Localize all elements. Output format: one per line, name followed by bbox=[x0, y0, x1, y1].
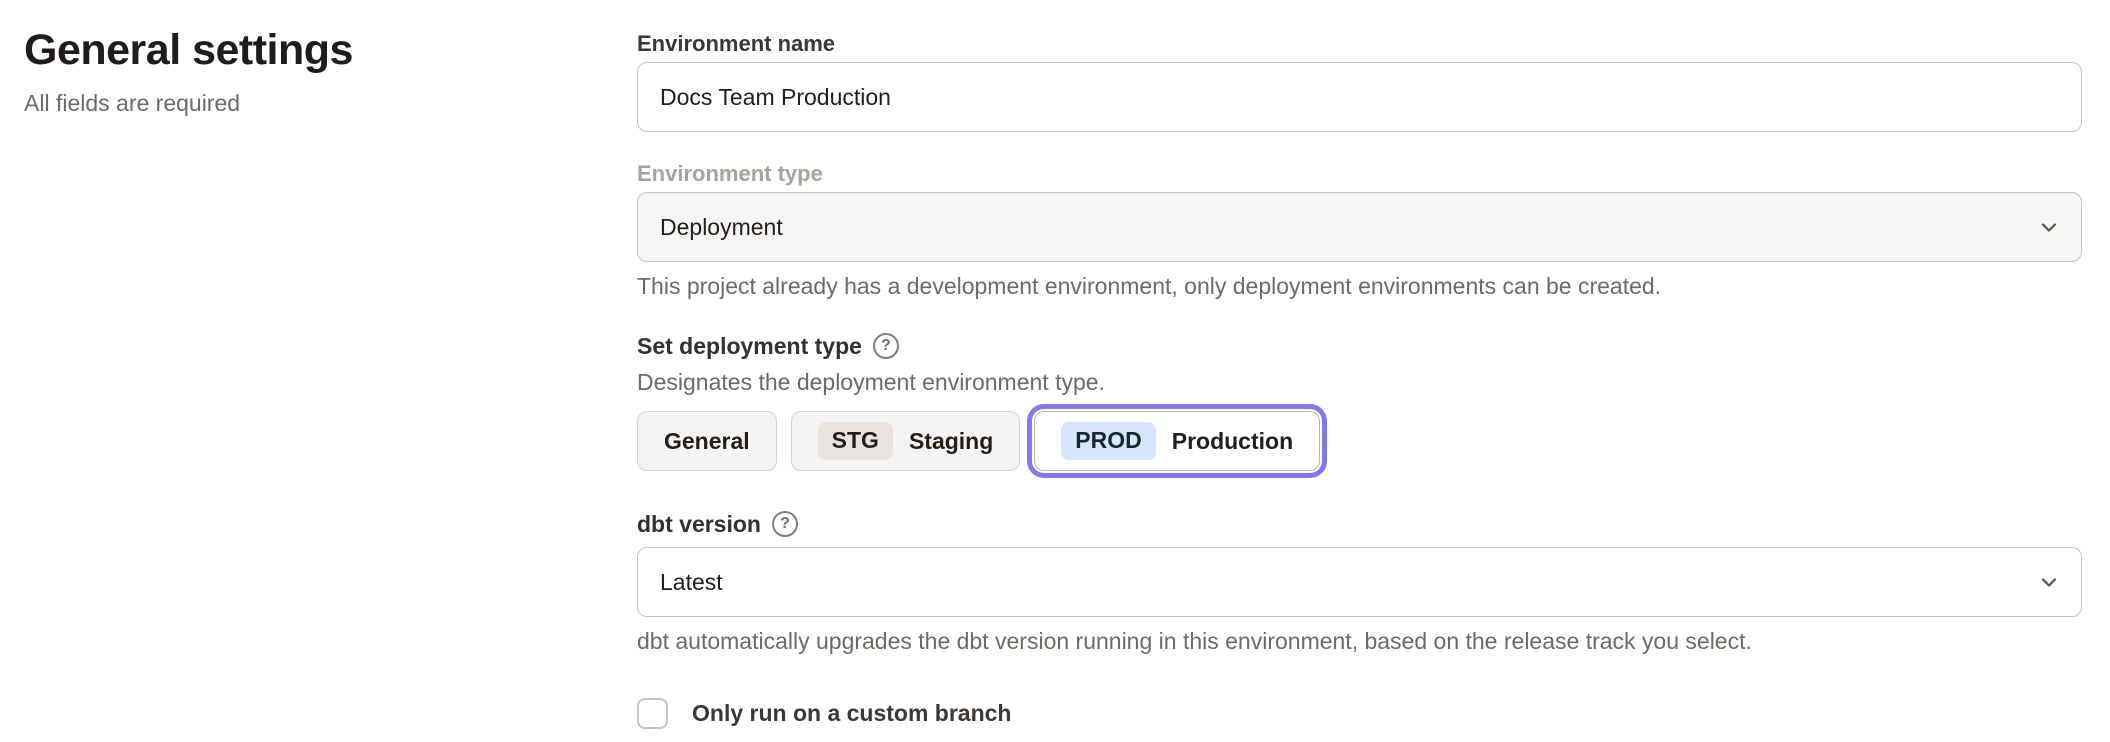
deployment-type-options: General STG Staging PROD Production bbox=[637, 411, 2082, 471]
environment-type-helper: This project already has a development e… bbox=[637, 273, 2082, 299]
deployment-type-section: Set deployment type ? bbox=[637, 331, 2082, 361]
environment-type-value: Deployment bbox=[660, 214, 783, 241]
stg-badge: STG bbox=[818, 422, 893, 460]
deployment-type-option-general[interactable]: General bbox=[637, 411, 777, 471]
page-title: General settings bbox=[24, 26, 584, 75]
question-mark-icon[interactable]: ? bbox=[772, 511, 798, 537]
dbt-version-label: dbt version bbox=[637, 509, 761, 539]
deployment-type-option-label: Production bbox=[1172, 428, 1293, 455]
deployment-type-option-staging[interactable]: STG Staging bbox=[791, 411, 1021, 471]
chevron-down-icon bbox=[2037, 215, 2061, 239]
deployment-type-option-label: Staging bbox=[909, 428, 993, 455]
chevron-down-icon bbox=[2037, 570, 2061, 594]
prod-badge: PROD bbox=[1061, 422, 1155, 460]
custom-branch-checkbox[interactable] bbox=[637, 698, 668, 729]
deployment-type-helper: Designates the deployment environment ty… bbox=[637, 369, 2082, 395]
page-subtitle: All fields are required bbox=[24, 90, 584, 117]
custom-branch-row: Only run on a custom branch bbox=[637, 698, 2082, 729]
deployment-type-option-production[interactable]: PROD Production bbox=[1034, 411, 1320, 471]
question-mark-icon[interactable]: ? bbox=[873, 333, 899, 359]
environment-type-select: Deployment bbox=[637, 192, 2082, 262]
environment-type-label: Environment type bbox=[637, 160, 2082, 188]
settings-intro: General settings All fields are required bbox=[24, 26, 584, 117]
dbt-version-value: Latest bbox=[660, 569, 723, 596]
dbt-version-section: dbt version ? bbox=[637, 509, 2082, 539]
custom-branch-label: Only run on a custom branch bbox=[692, 700, 1011, 727]
deployment-type-label: Set deployment type bbox=[637, 331, 862, 361]
dbt-version-helper: dbt automatically upgrades the dbt versi… bbox=[637, 628, 2082, 654]
general-settings-form: Environment name Environment type Deploy… bbox=[637, 22, 2082, 729]
environment-name-input[interactable] bbox=[637, 62, 2082, 132]
deployment-type-option-label: General bbox=[664, 428, 750, 455]
dbt-version-select[interactable]: Latest bbox=[637, 547, 2082, 617]
environment-name-label: Environment name bbox=[637, 30, 2082, 58]
